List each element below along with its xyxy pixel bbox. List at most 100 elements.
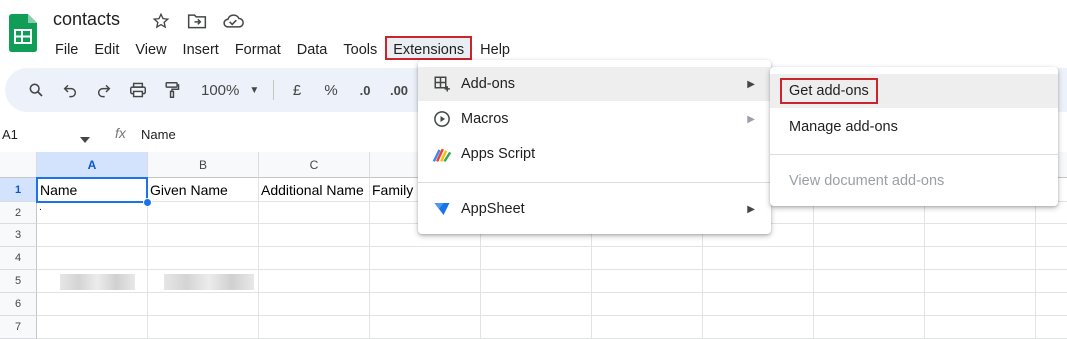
search-icon[interactable] <box>19 75 53 105</box>
row-header-5[interactable]: 5 <box>0 270 37 293</box>
move-folder-icon[interactable] <box>186 10 208 32</box>
document-title[interactable]: contacts <box>53 9 120 30</box>
chevron-down-icon[interactable] <box>80 130 90 148</box>
column-header-a[interactable]: A <box>37 152 148 178</box>
cell[interactable] <box>592 293 703 316</box>
cell[interactable] <box>148 202 259 224</box>
cell[interactable] <box>592 270 703 293</box>
undo-icon[interactable] <box>53 75 87 105</box>
menu-item-get-addons[interactable]: Get add-ons <box>770 74 1058 108</box>
cell[interactable] <box>481 293 592 316</box>
formula-input[interactable]: Name <box>141 127 176 142</box>
cell-b1[interactable]: Given Name <box>148 178 259 202</box>
cell[interactable] <box>925 224 1036 247</box>
menu-insert[interactable]: Insert <box>175 36 227 60</box>
cell[interactable] <box>1036 293 1067 316</box>
cell[interactable] <box>814 224 925 247</box>
row-header-4[interactable]: 4 <box>0 247 37 270</box>
zoom-select[interactable]: 100% ▼ <box>189 82 267 99</box>
menu-item-macros[interactable]: Macros ▶ <box>418 102 771 136</box>
fill-handle[interactable] <box>143 198 152 207</box>
cell[interactable] <box>814 293 925 316</box>
cell[interactable] <box>481 247 592 270</box>
menu-file[interactable]: File <box>47 36 86 60</box>
decrease-decimal-button[interactable]: .0 <box>348 75 382 105</box>
menu-extensions[interactable]: Extensions <box>385 36 473 60</box>
row-header-2[interactable]: 2 <box>0 202 37 224</box>
percent-button[interactable]: % <box>314 75 348 105</box>
increase-decimal-button[interactable]: .00 <box>382 75 416 105</box>
menu-item-apps-script[interactable]: Apps Script <box>418 137 771 171</box>
row-header-6[interactable]: 6 <box>0 293 37 316</box>
menu-format[interactable]: Format <box>227 36 289 60</box>
cell[interactable] <box>259 247 370 270</box>
cell[interactable] <box>703 316 814 339</box>
menu-data[interactable]: Data <box>289 36 336 60</box>
cell[interactable] <box>259 224 370 247</box>
cell-a2[interactable]: . <box>37 202 148 224</box>
name-box[interactable]: A1 <box>2 127 18 142</box>
sheets-logo[interactable] <box>9 14 37 52</box>
cell[interactable] <box>1036 316 1067 339</box>
cell[interactable] <box>148 293 259 316</box>
menu-item-appsheet[interactable]: AppSheet ▶ <box>418 192 771 226</box>
print-icon[interactable] <box>121 75 155 105</box>
cell[interactable] <box>259 316 370 339</box>
cell[interactable] <box>814 316 925 339</box>
cell[interactable] <box>1036 247 1067 270</box>
cell[interactable] <box>370 270 481 293</box>
cell[interactable] <box>370 316 481 339</box>
cell-c1[interactable]: Additional Name <box>259 178 370 202</box>
cell[interactable] <box>148 247 259 270</box>
cell[interactable] <box>148 224 259 247</box>
cell[interactable] <box>1036 224 1067 247</box>
menu-edit[interactable]: Edit <box>86 36 127 60</box>
cell[interactable] <box>592 247 703 270</box>
cell[interactable] <box>703 293 814 316</box>
cell[interactable] <box>148 316 259 339</box>
menu-help[interactable]: Help <box>472 36 518 60</box>
menu-item-addons[interactable]: Add-ons ▶ <box>418 67 771 101</box>
cell[interactable] <box>925 293 1036 316</box>
cell[interactable] <box>370 293 481 316</box>
cell[interactable] <box>37 224 148 247</box>
cell[interactable] <box>37 316 148 339</box>
cell-a1[interactable]: Name <box>36 177 148 203</box>
cell[interactable] <box>592 316 703 339</box>
column-header-b[interactable]: B <box>148 152 259 178</box>
star-icon[interactable] <box>150 10 172 32</box>
cloud-saved-icon[interactable] <box>222 10 244 32</box>
cell[interactable] <box>259 270 370 293</box>
cell[interactable] <box>481 270 592 293</box>
cell[interactable] <box>925 316 1036 339</box>
paint-format-icon[interactable] <box>155 75 189 105</box>
column-header-c[interactable]: C <box>259 152 370 178</box>
cell[interactable] <box>37 247 148 270</box>
menu-tools[interactable]: Tools <box>335 36 385 60</box>
cell[interactable] <box>925 247 1036 270</box>
apps-script-icon <box>432 144 452 164</box>
cell[interactable] <box>259 202 370 224</box>
menu-item-label: Get add-ons <box>780 78 878 104</box>
redo-icon[interactable] <box>87 75 121 105</box>
cell[interactable] <box>37 293 148 316</box>
extensions-menu: Add-ons ▶ Macros ▶ Apps Script AppSheet … <box>418 60 771 234</box>
submenu-arrow-icon: ▶ <box>747 78 755 90</box>
cell[interactable] <box>481 316 592 339</box>
cell[interactable] <box>814 270 925 293</box>
cell[interactable] <box>925 270 1036 293</box>
row-header-3[interactable]: 3 <box>0 224 37 247</box>
cell[interactable] <box>259 293 370 316</box>
currency-button[interactable]: £ <box>280 75 314 105</box>
row-header-7[interactable]: 7 <box>0 316 37 339</box>
select-all-corner[interactable] <box>0 152 37 178</box>
menu-item-label: AppSheet <box>461 201 525 217</box>
menu-item-manage-addons[interactable]: Manage add-ons <box>770 110 1058 144</box>
cell[interactable] <box>814 247 925 270</box>
menu-view[interactable]: View <box>127 36 174 60</box>
row-header-1[interactable]: 1 <box>0 178 37 202</box>
cell[interactable] <box>370 247 481 270</box>
cell[interactable] <box>703 270 814 293</box>
cell[interactable] <box>1036 270 1067 293</box>
cell[interactable] <box>703 247 814 270</box>
